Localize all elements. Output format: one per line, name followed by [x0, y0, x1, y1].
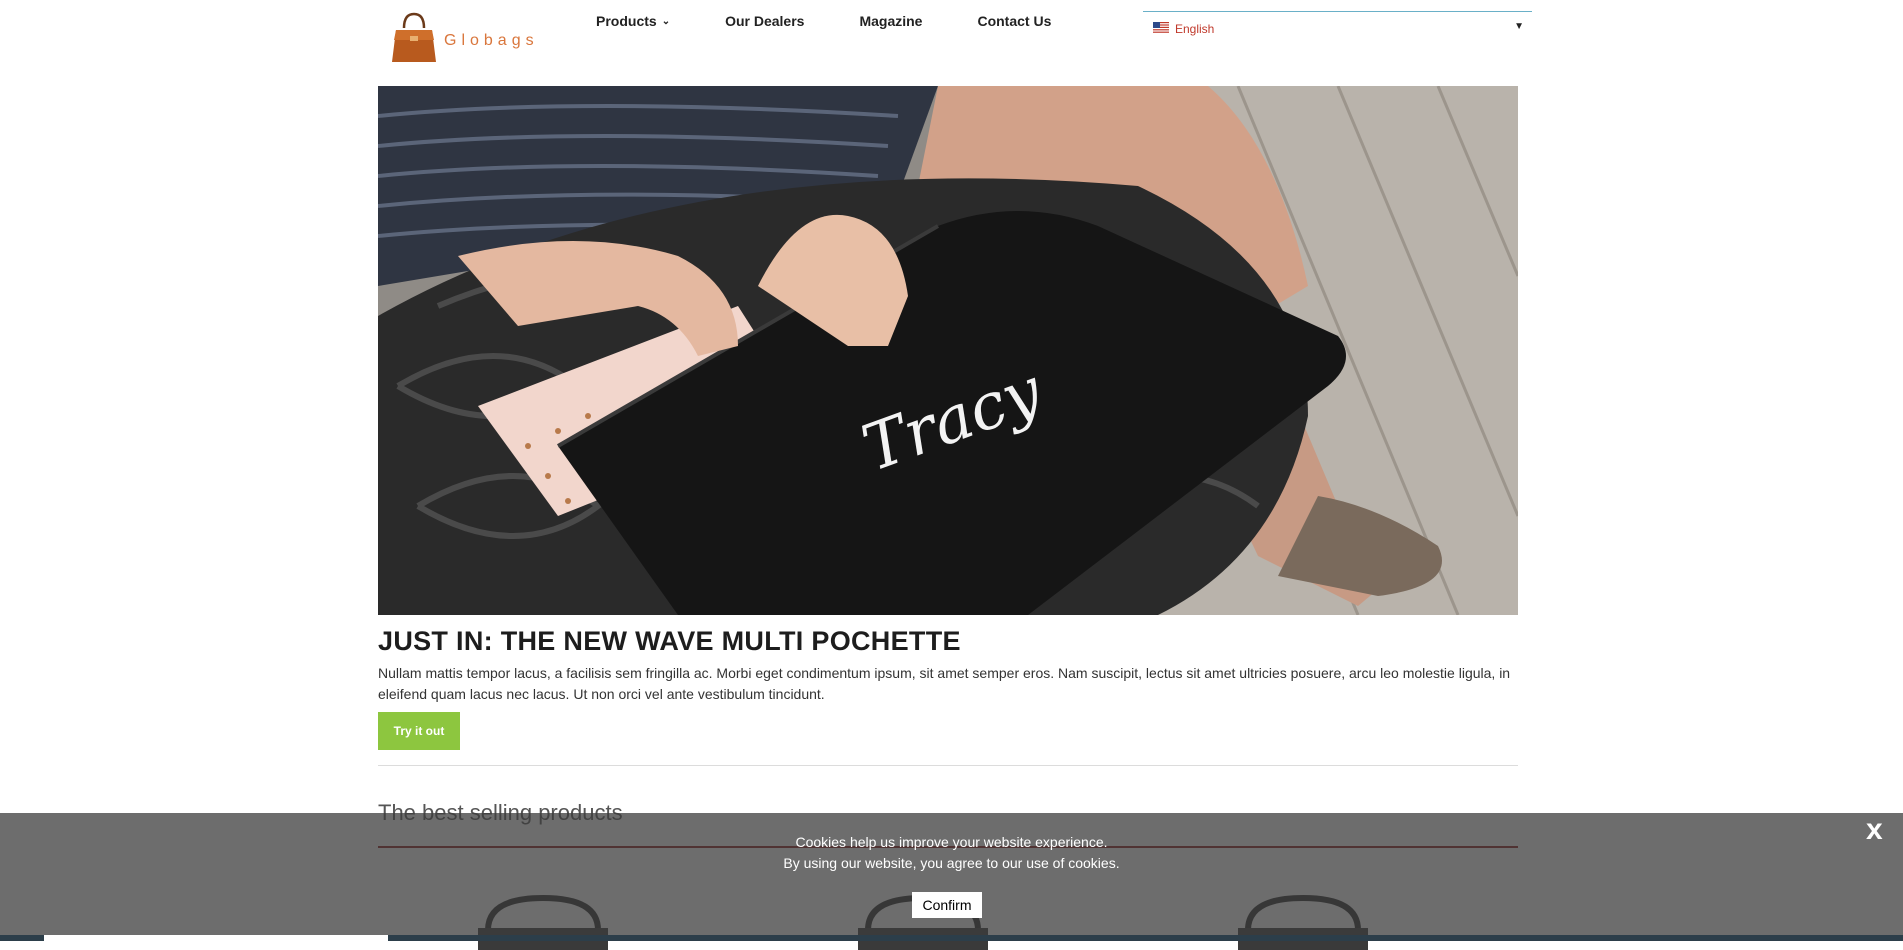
site-header: Globags Products ⌄ Our Dealers Magazine … — [378, 0, 1532, 86]
cookie-banner: Cookies help us improve your website exp… — [0, 813, 1903, 941]
nav-item-products[interactable]: Products ⌄ — [596, 13, 670, 29]
us-flag-icon — [1153, 22, 1169, 33]
section-divider — [378, 765, 1518, 766]
hero-photo: Tracy — [378, 86, 1518, 615]
nav-item-contact-us[interactable]: Contact Us — [977, 13, 1051, 29]
nav-item-our-dealers[interactable]: Our Dealers — [725, 13, 804, 29]
article-body: Nullam mattis tempor lacus, a facilisis … — [378, 665, 1511, 702]
cookie-confirm-button[interactable]: Confirm — [912, 892, 982, 918]
close-icon[interactable]: x — [1866, 813, 1883, 847]
hero-image[interactable]: Tracy — [378, 86, 1518, 615]
brand-logo[interactable]: Globags — [388, 10, 539, 66]
bottom-bar-segment — [44, 935, 388, 941]
cookie-message-line2: By using our website, you agree to our u… — [783, 855, 1120, 871]
caret-down-icon: ▼ — [1514, 21, 1524, 32]
language-select[interactable]: English ▼ — [1143, 11, 1532, 47]
brand-name: Globags — [444, 32, 539, 49]
try-it-out-button[interactable]: Try it out — [378, 712, 460, 750]
bottom-bar — [0, 935, 1903, 941]
nav-item-label: Contact Us — [977, 13, 1052, 29]
main-nav: Products ⌄ Our Dealers Magazine Contact … — [596, 13, 1106, 29]
chevron-down-icon: ⌄ — [661, 15, 671, 27]
article-title: JUST IN: THE NEW WAVE MULTI POCHETTE — [378, 626, 961, 656]
nav-item-label: Our Dealers — [725, 13, 805, 29]
language-label: English — [1175, 22, 1215, 36]
nav-item-label: Products — [596, 13, 657, 29]
nav-item-label: Magazine — [859, 13, 923, 29]
handbag-logo-icon — [392, 12, 436, 62]
cookie-message-line1: Cookies help us improve your website exp… — [795, 834, 1108, 850]
nav-item-magazine[interactable]: Magazine — [859, 13, 922, 29]
